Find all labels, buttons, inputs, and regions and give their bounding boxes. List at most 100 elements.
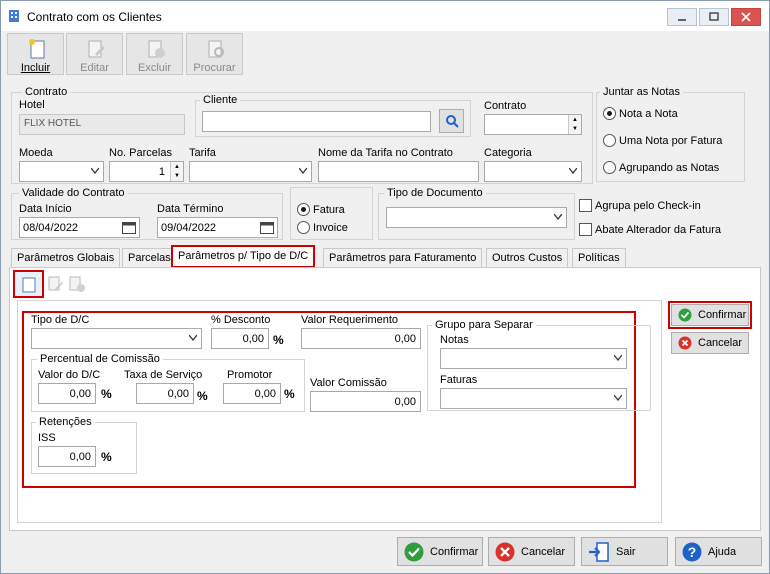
agrupando-radio[interactable] <box>603 161 616 174</box>
retencoes-title: Retenções <box>36 416 95 428</box>
agrupa-label: Agrupa pelo Check-in <box>595 200 701 212</box>
confirmar-button[interactable]: Confirmar <box>397 537 483 566</box>
fatura-radio[interactable] <box>297 203 310 216</box>
cancelar-side-label: Cancelar <box>698 337 743 349</box>
parcelas-spinner[interactable]: ▲ ▼ <box>170 162 183 181</box>
nota-a-nota-label: Nota a Nota <box>619 108 678 120</box>
hotel-field[interactable]: FLIX HOTEL <box>19 114 185 135</box>
chevron-down-icon <box>91 168 99 174</box>
incluir-label: Incluir <box>20 62 51 74</box>
confirmar-side-label: Confirmar <box>698 309 747 321</box>
desconto-input[interactable]: 0,00 <box>211 328 269 349</box>
data-termino-value: 09/04/2022 <box>161 222 217 234</box>
valor-comissao-value: 0,00 <box>394 396 416 408</box>
close-button[interactable] <box>731 8 761 26</box>
valor-comissao-input[interactable]: 0,00 <box>310 391 421 412</box>
taxa-input[interactable]: 0,00 <box>136 383 194 404</box>
data-inicio-label: Data Início <box>19 203 72 215</box>
fatura-label: Fatura <box>313 204 345 216</box>
contrato-spinner[interactable]: ▲ ▼ <box>568 115 581 134</box>
moeda-label: Moeda <box>19 147 53 159</box>
tab-parcelas[interactable]: Parcelas <box>122 248 177 267</box>
grupo-separar-title: Grupo para Separar <box>432 319 536 331</box>
sair-button[interactable]: Sair <box>581 537 668 566</box>
iss-input[interactable]: 0,00 <box>38 446 96 467</box>
categoria-select[interactable] <box>484 161 582 182</box>
uma-nota-radio[interactable] <box>603 134 616 147</box>
iss-pct: % <box>101 450 112 464</box>
minimize-button[interactable] <box>667 8 697 26</box>
tab-politicas[interactable]: Políticas <box>572 248 626 267</box>
cancelar-side-button[interactable]: Cancelar <box>671 332 749 354</box>
editar-button[interactable]: Editar <box>66 33 123 75</box>
tarifa-label: Tarifa <box>189 147 216 159</box>
svg-text:?: ? <box>688 544 697 560</box>
building-icon <box>9 10 19 22</box>
notas-label: Notas <box>440 334 469 346</box>
cliente-input[interactable] <box>202 111 431 132</box>
chevron-down-icon <box>554 214 562 220</box>
incluir-button[interactable]: Incluir <box>7 33 64 75</box>
edit-icon[interactable] <box>48 275 64 293</box>
notas-select[interactable] <box>440 348 627 369</box>
calendar-icon[interactable] <box>122 221 136 234</box>
valor-dc-value: 0,00 <box>69 388 91 400</box>
cancelar-label: Cancelar <box>521 545 566 558</box>
agrupa-checkbox[interactable] <box>579 199 592 212</box>
uma-nota-label: Uma Nota por Fatura <box>619 135 723 147</box>
valor-dc-input[interactable]: 0,00 <box>38 383 96 404</box>
valor-req-label: Valor Requerimento <box>301 314 399 326</box>
delete-document-icon <box>148 40 165 58</box>
nome-tarifa-label: Nome da Tarifa no Contrato <box>318 147 453 159</box>
data-inicio-input[interactable]: 08/04/2022 <box>19 217 140 238</box>
maximize-button[interactable] <box>699 8 729 26</box>
faturas-select[interactable] <box>440 388 627 409</box>
valor-dc-pct: % <box>101 387 112 401</box>
new-item-button[interactable] <box>13 270 44 298</box>
promotor-input[interactable]: 0,00 <box>223 383 281 404</box>
iss-value: 0,00 <box>69 451 91 463</box>
chevron-down-icon <box>189 335 197 341</box>
tarifa-select[interactable] <box>189 161 312 182</box>
contrato-label: Contrato <box>484 100 527 112</box>
procurar-button[interactable]: Procurar <box>186 33 243 75</box>
tab-outros-custos[interactable]: Outros Custos <box>486 248 569 267</box>
cliente-search-button[interactable] <box>439 109 464 133</box>
confirmar-side-button[interactable]: Confirmar <box>671 304 749 326</box>
confirmar-label: Confirmar <box>430 545 479 558</box>
parcelas-input[interactable]: 1 ▲ ▼ <box>109 161 184 182</box>
cancelar-button[interactable]: Cancelar <box>488 537 575 566</box>
ajuda-button[interactable]: ? Ajuda <box>675 537 762 566</box>
tipo-documento-select[interactable] <box>386 207 567 228</box>
excluir-button[interactable]: Excluir <box>126 33 183 75</box>
valor-req-input[interactable]: 0,00 <box>301 328 421 349</box>
taxa-value: 0,00 <box>167 388 189 400</box>
maximize-icon <box>709 12 719 21</box>
contrato-input[interactable]: ▲ ▼ <box>484 114 582 135</box>
ajuda-label: Ajuda <box>708 545 737 558</box>
desconto-pct: % <box>273 333 284 347</box>
data-termino-input[interactable]: 09/04/2022 <box>157 217 278 238</box>
invoice-radio[interactable] <box>297 221 310 234</box>
chevron-down-icon <box>299 168 307 174</box>
iss-label: ISS <box>38 432 56 444</box>
moeda-select[interactable] <box>19 161 104 182</box>
tab-parametros-faturamento[interactable]: Parâmetros para Faturamento <box>323 248 483 267</box>
faturas-label: Faturas <box>440 374 478 386</box>
abate-label: Abate Alterador da Fatura <box>595 224 721 236</box>
nome-tarifa-input[interactable] <box>318 161 479 182</box>
search-document-icon <box>208 40 224 58</box>
check-circle-icon <box>404 542 424 561</box>
nota-a-nota-radio[interactable] <box>603 107 616 120</box>
delete-icon[interactable] <box>69 275 87 293</box>
valor-req-value: 0,00 <box>394 333 416 345</box>
tab-parametros-globais[interactable]: Parâmetros Globais <box>11 248 121 267</box>
validade-title: Validade do Contrato <box>19 187 128 199</box>
tab-parametros-tipo-dc[interactable]: Parâmetros p/ Tipo de D/C <box>171 245 316 268</box>
juntar-title: Juntar as Notas <box>600 86 684 98</box>
abate-checkbox[interactable] <box>579 223 592 236</box>
calendar-icon[interactable] <box>260 221 274 234</box>
contract-window: Contrato com os Clientes Incluir Editar … <box>0 0 770 574</box>
tipo-dc-select[interactable] <box>31 328 202 349</box>
title-bar: Contrato com os Clientes <box>1 1 769 31</box>
